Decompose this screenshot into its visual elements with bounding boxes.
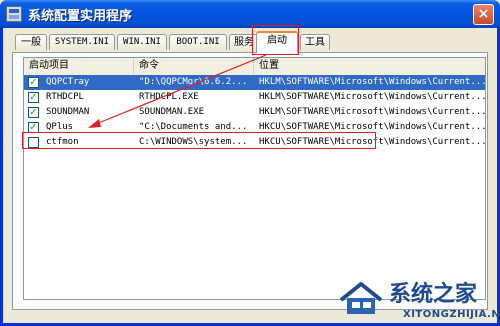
tab-startup[interactable]: 启动 (256, 31, 298, 53)
watermark: 系统之家 XITONGZHIJIA.NET (337, 274, 500, 324)
house-logo-icon (339, 282, 383, 314)
watermark-brand: 系统之家 (389, 282, 478, 307)
watermark-url: XITONGZHIJIA.NET (403, 309, 500, 320)
